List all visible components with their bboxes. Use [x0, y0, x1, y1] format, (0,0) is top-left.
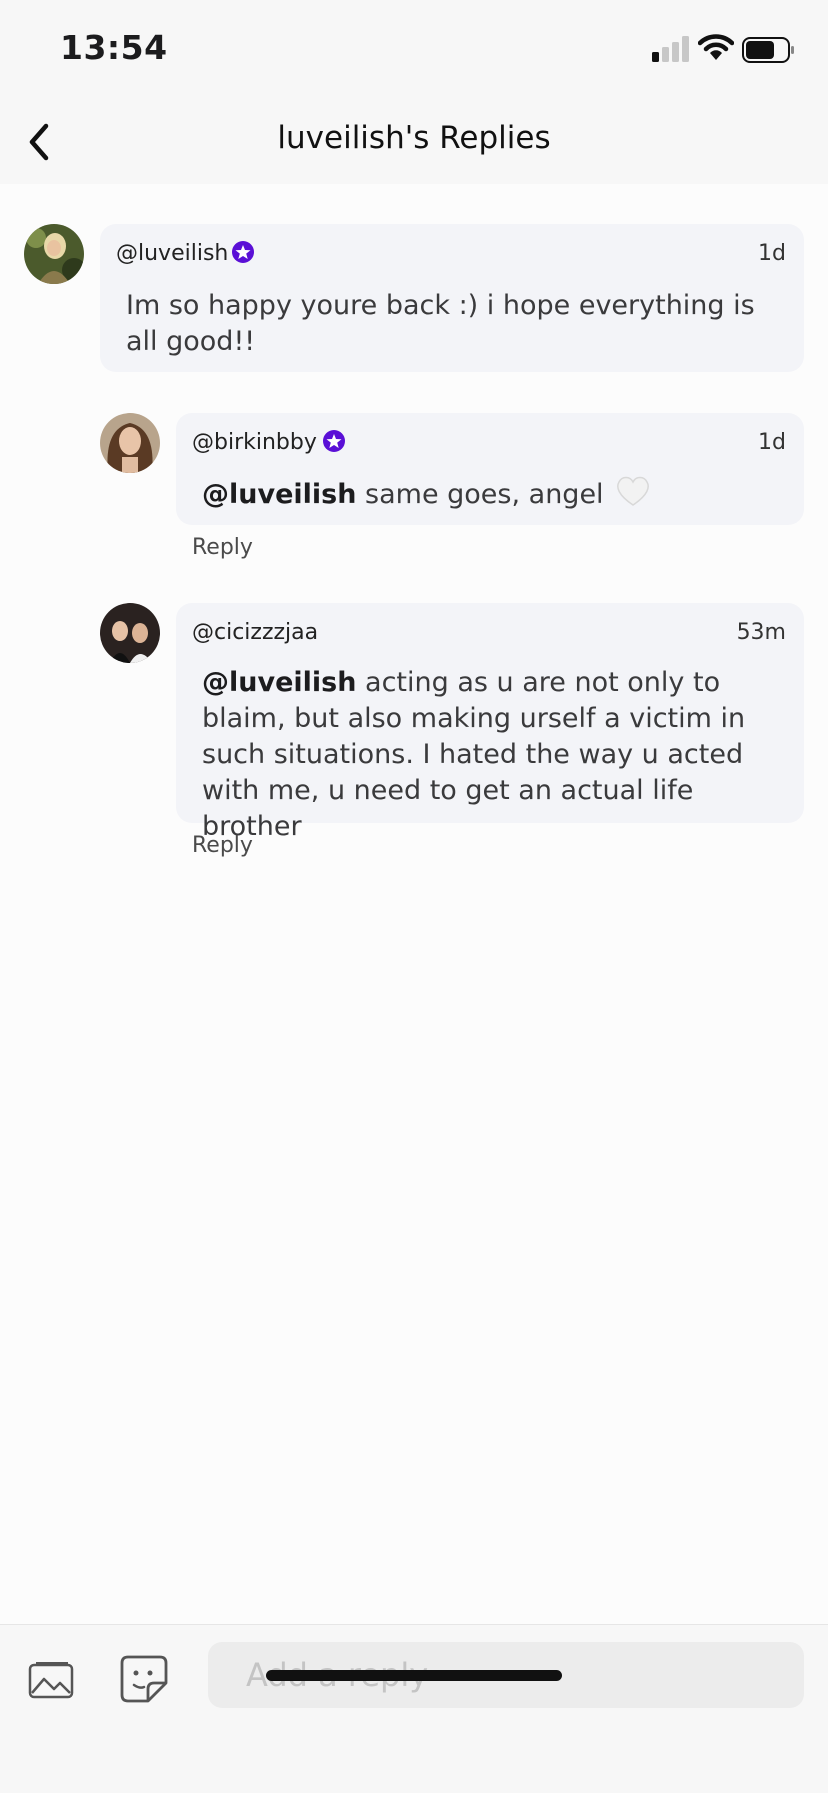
comment-bubble: @luveilish 1d Im so happy youre back :) … — [100, 224, 804, 372]
avatar-luveilish[interactable] — [24, 224, 84, 284]
wifi-icon — [698, 34, 734, 60]
avatar-cicizzzjaa[interactable] — [100, 603, 160, 663]
battery-icon — [742, 37, 794, 63]
verified-badge-icon — [232, 241, 254, 263]
avatar-birkinbby[interactable] — [100, 413, 160, 473]
page-title: luveilish's Replies — [277, 120, 551, 156]
comment-timestamp: 1d — [758, 241, 786, 266]
mention-link[interactable]: @luveilish — [202, 479, 356, 510]
verified-badge-icon — [323, 430, 345, 452]
reply-bubble: @birkinbby 1d @luveilish same goes, ange… — [176, 413, 804, 525]
image-icon — [28, 1662, 74, 1699]
mention-link[interactable]: @luveilish — [202, 667, 356, 698]
reply-button[interactable]: Reply — [192, 535, 253, 560]
reply-text: @luveilish acting as u are not only to b… — [202, 665, 786, 845]
reply-body: same goes, angel — [356, 479, 604, 510]
cellular-signal-icon — [652, 36, 689, 62]
status-bar: 13:54 — [0, 0, 828, 100]
sticker-icon — [120, 1655, 168, 1703]
home-indicator — [266, 1670, 562, 1681]
reply-button[interactable]: Reply — [192, 833, 253, 858]
comment-text: Im so happy youre back :) i hope everyth… — [126, 290, 755, 357]
status-time: 13:54 — [60, 28, 168, 67]
reply-bubble: @cicizzzjaa 53m @luveilish acting as u a… — [176, 603, 804, 842]
sticker-button[interactable] — [118, 1653, 170, 1705]
nav-bar: luveilish's Replies — [0, 100, 828, 184]
reply-timestamp: 53m — [736, 620, 786, 645]
reply-username[interactable]: @cicizzzjaa — [192, 620, 318, 645]
attach-image-button[interactable] — [26, 1655, 78, 1707]
reply-text: @luveilish same goes, angel — [202, 475, 792, 513]
comment-username[interactable]: @luveilish — [116, 241, 228, 266]
reply-composer — [0, 1624, 828, 1793]
reply-username[interactable]: @birkinbby — [192, 430, 317, 455]
white-heart-icon — [617, 476, 650, 506]
reply-timestamp: 1d — [758, 430, 786, 455]
